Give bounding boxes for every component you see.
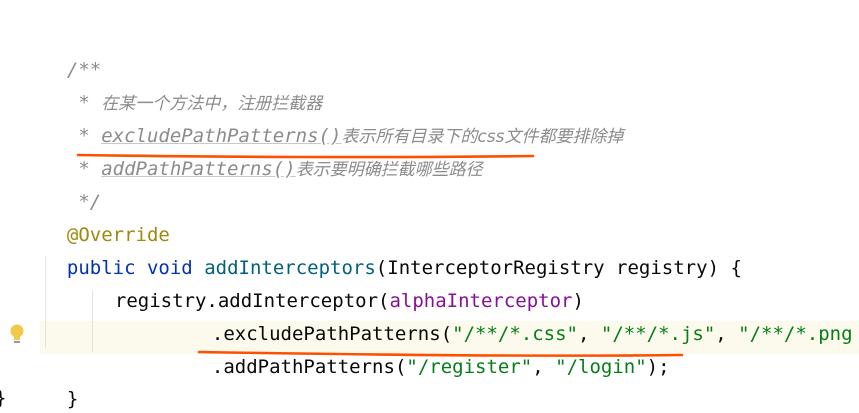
closing-brace: } bbox=[0, 387, 6, 409]
paren-close-semicolon: ); bbox=[646, 356, 670, 378]
code-line-annotation[interactable]: @Override bbox=[44, 193, 170, 246]
paren-open: ( bbox=[394, 356, 407, 378]
doc-link-add[interactable]: addPathPatterns() bbox=[101, 158, 295, 180]
lightbulb-icon[interactable] bbox=[9, 323, 25, 347]
paren-close-brace: ) { bbox=[707, 257, 742, 279]
comma: , bbox=[715, 323, 739, 345]
string-literal: "/login" bbox=[555, 356, 647, 378]
code-line-doc-add[interactable]: * addPathPatterns()表示要明确拦截哪些路径 bbox=[44, 127, 482, 180]
code-line-exclude-paths[interactable]: .excludePathPatterns("/**/*.css", "/**/*… bbox=[189, 292, 853, 345]
comma: , bbox=[532, 356, 556, 378]
string-literal: "/**/*.png bbox=[738, 323, 853, 345]
closing-brace: } bbox=[66, 388, 79, 410]
code-line-doc-open[interactable]: /** bbox=[44, 28, 101, 81]
code-line-add-interceptor[interactable]: registry.addInterceptor(alphaInterceptor… bbox=[92, 259, 584, 312]
dot: . bbox=[211, 356, 224, 378]
code-line-doc-exclude[interactable]: * excludePathPatterns()表示所有目录下的css文件都要排除… bbox=[44, 94, 623, 147]
code-line-method-close[interactable]: } bbox=[44, 357, 78, 410]
param-name: registry bbox=[616, 257, 708, 279]
code-line-doc-close[interactable]: */ bbox=[44, 160, 101, 213]
code-line-method-signature[interactable]: public void addInterceptors(InterceptorR… bbox=[44, 226, 742, 279]
string-literal: "/register" bbox=[406, 356, 533, 378]
code-line-add-paths[interactable]: .addPathPatterns("/register", "/login"); bbox=[189, 325, 670, 378]
doc-text: 表示要明确拦截哪些路径 bbox=[295, 160, 483, 180]
method-call: addPathPatterns bbox=[223, 356, 395, 378]
code-line-doc-description[interactable]: * 在某一个方法中，注册拦截器 bbox=[44, 61, 322, 114]
